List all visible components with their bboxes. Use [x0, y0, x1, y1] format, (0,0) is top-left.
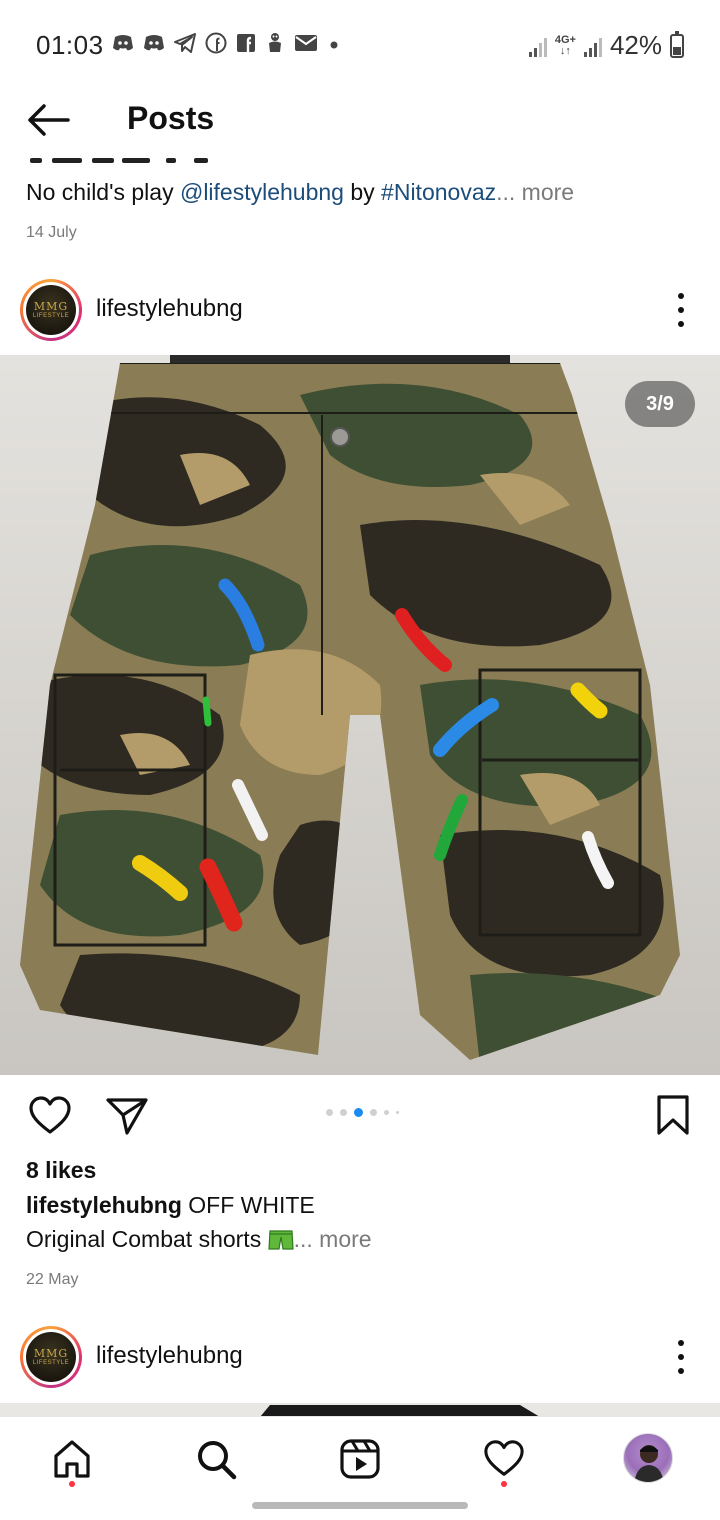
shorts-emoji-icon [267, 1230, 294, 1250]
battery-icon [670, 30, 684, 58]
avatar-logo-text: MMG [33, 299, 69, 313]
carousel-indicator [326, 1108, 399, 1117]
post-caption-line2[interactable]: Original Combat shorts ... more [26, 1226, 372, 1253]
likes-count[interactable]: 8 likes [26, 1157, 96, 1184]
network-type-icon: 4G+ ↓↑ [554, 33, 576, 57]
nav-home[interactable] [48, 1435, 96, 1483]
profile-avatar[interactable] [623, 1433, 673, 1483]
carousel-dot [396, 1111, 399, 1114]
signal-icon [528, 35, 547, 57]
post-image[interactable] [0, 355, 720, 1075]
search-icon [198, 1441, 237, 1480]
notification-dot [501, 1481, 507, 1487]
more-options-icon[interactable] [676, 293, 686, 327]
dot-icon [327, 34, 341, 58]
discord-icon [112, 34, 134, 58]
heart-icon[interactable] [28, 1096, 72, 1136]
gesture-home-bar[interactable] [252, 1502, 468, 1509]
avatar[interactable]: MMG LIFESTYLE [20, 1326, 82, 1388]
android-icon [265, 32, 285, 60]
carousel-counter: 3/9 [625, 381, 695, 427]
post-username[interactable]: lifestylehubng [96, 1342, 243, 1370]
more-link[interactable]: ... more [496, 179, 574, 205]
carousel-dot [370, 1109, 377, 1116]
status-right: 4G+ ↓↑ 42% [528, 30, 684, 61]
caption-text: Original Combat shorts [26, 1226, 268, 1252]
signal-icon [583, 35, 602, 57]
hashtag-link[interactable]: #Nitonovaz [381, 179, 496, 205]
status-bar: 01:03 4G+ ↓↑ 42% [0, 0, 720, 88]
camo-shorts-photo [0, 355, 720, 1075]
nav-reels[interactable] [336, 1435, 384, 1483]
network-label: 4G+ [554, 33, 576, 46]
avatar[interactable]: MMG LIFESTYLE [20, 279, 82, 341]
battery-percent: 42% [609, 30, 662, 60]
bookmark-icon[interactable] [656, 1094, 690, 1136]
carousel-dot [340, 1109, 347, 1116]
caption-text: OFF WHITE [181, 1192, 315, 1218]
notification-dot [69, 1481, 75, 1487]
app-header: Posts [0, 88, 720, 152]
previous-caption-cutoff [26, 152, 226, 166]
share-icon[interactable] [105, 1096, 149, 1136]
facebook-square-icon [236, 33, 256, 59]
previous-post-caption[interactable]: No child's play @lifestylehubng by #Nito… [26, 179, 574, 206]
mail-icon [294, 34, 318, 58]
activity-heart-icon [484, 1440, 524, 1476]
avatar-logo-text: MMG [33, 1346, 69, 1360]
reels-icon [340, 1439, 380, 1479]
arrow-left-icon[interactable] [26, 102, 72, 138]
post-username[interactable]: lifestylehubng [96, 295, 243, 323]
notification-icons [112, 32, 341, 60]
nav-activity[interactable] [480, 1435, 528, 1483]
home-icon [54, 1440, 90, 1478]
next-post-image[interactable] [0, 1403, 720, 1417]
post-caption[interactable]: lifestylehubng OFF WHITE [26, 1192, 315, 1219]
caption-text: by [343, 179, 382, 205]
telegram-icon [174, 33, 196, 59]
avatar-logo-subtext: LIFESTYLE [32, 312, 70, 319]
more-link[interactable]: ... more [294, 1226, 372, 1252]
post-header: MMG LIFESTYLE lifestylehubng [0, 279, 720, 343]
next-post-header: MMG LIFESTYLE lifestylehubng [0, 1326, 720, 1390]
previous-post-date: 14 July [26, 224, 77, 241]
carousel-dot [384, 1110, 389, 1115]
caption-username[interactable]: lifestylehubng [26, 1192, 182, 1218]
facebook-circle-icon [205, 32, 227, 60]
discord-icon [143, 34, 165, 58]
carousel-dot-active [354, 1108, 363, 1117]
more-options-icon[interactable] [676, 1340, 686, 1374]
carousel-dot [326, 1109, 333, 1116]
avatar-logo-subtext: LIFESTYLE [32, 1359, 70, 1366]
status-time: 01:03 [36, 30, 104, 60]
post-date: 22 May [26, 1271, 79, 1288]
page-title: Posts [127, 100, 215, 136]
mention-link[interactable]: @lifestylehubng [180, 179, 344, 205]
profile-avatar-image [634, 1445, 664, 1482]
nav-search[interactable] [192, 1435, 240, 1483]
caption-text: No child's play [26, 179, 180, 205]
